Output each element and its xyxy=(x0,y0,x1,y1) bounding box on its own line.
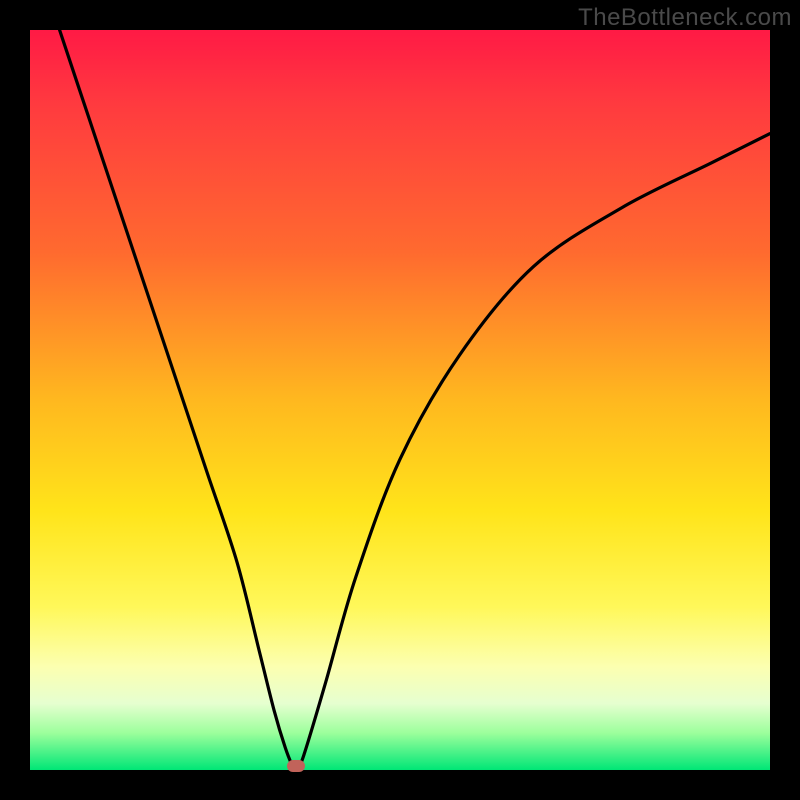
watermark-text: TheBottleneck.com xyxy=(578,4,792,32)
chart-frame: TheBottleneck.com xyxy=(0,0,800,800)
bottleneck-curve xyxy=(30,30,770,770)
optimum-marker xyxy=(287,760,305,772)
